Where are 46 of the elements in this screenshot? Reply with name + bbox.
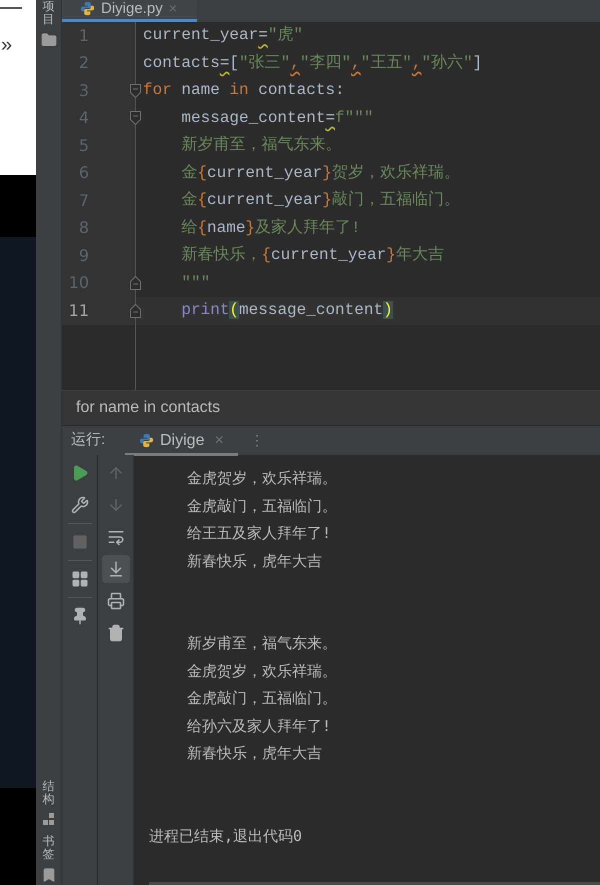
structure-icon (42, 812, 54, 825)
printer-icon (106, 592, 124, 610)
stop-icon (72, 534, 88, 550)
side-tab-label[interactable]: 项目 (42, 0, 54, 26)
console-line: 金虎敲门，五福临门。 (186, 496, 338, 516)
code-line: """ (180, 272, 210, 294)
code-line: 新岁甫至，福气东来。 (180, 134, 342, 156)
console-line: 金虎贺岁，欢乐祥瑞。 (186, 468, 338, 489)
code-line: 金{current_year}敲门，五福临门。 (180, 190, 460, 212)
console-line: 新春快乐，虎年大吉 (186, 550, 323, 572)
fold-marker-icon[interactable] (130, 84, 141, 98)
more-options[interactable]: ⋮ (250, 430, 264, 451)
side-tab-label[interactable]: 结构 (42, 780, 54, 807)
double-chevron[interactable]: » (0, 35, 36, 55)
bookmark-icon (40, 867, 56, 883)
python-icon (139, 433, 154, 448)
wrench-icon (70, 496, 88, 514)
code-line: message_content=f""" (180, 108, 374, 129)
console-line: 新春快乐，虎年大吉 (186, 743, 323, 764)
trash-icon (106, 624, 124, 642)
console-line: 给孙六及家人拜年了! (186, 716, 332, 736)
python-icon (80, 1, 95, 16)
console-line: 新岁甫至，福气东来。 (186, 633, 338, 654)
code-line: 给{name}及家人拜年了! (180, 218, 361, 239)
layout-icon (70, 570, 88, 588)
code-line: for name in contacts: (143, 80, 345, 102)
console-line: 金虎敲门，五福临门。 (186, 688, 338, 709)
fold-marker-icon[interactable] (130, 276, 141, 290)
run-label: 运行: (71, 430, 106, 450)
code-line: contacts=["张三","李四","王五","孙六"] (143, 52, 482, 74)
fold-marker-icon[interactable] (130, 111, 141, 126)
code-line: print(message_content) (180, 300, 393, 322)
code-line: current_year="虎" (143, 24, 304, 46)
line-number: 11 (68, 300, 89, 322)
editor-tab[interactable]: Diyige.py × (62, 0, 197, 22)
side-tab-label[interactable]: 书签 (42, 834, 54, 861)
process-exit-message: 进程已结束,退出代码0 (149, 826, 304, 846)
breadcrumb[interactable]: for name in contacts (76, 396, 220, 420)
scroll-end-button[interactable] (102, 555, 130, 583)
console-line: 给王五及家人拜年了! (186, 523, 332, 544)
console-line: 金虎贺岁，欢乐祥瑞。 (186, 660, 338, 682)
folder-icon (40, 32, 56, 48)
run-tab[interactable]: Diyige × (125, 426, 238, 456)
code-line: 新春快乐，{current_year}年大吉 (180, 244, 444, 266)
wrap-icon (106, 528, 124, 546)
code-line: 金{current_year}贺岁，欢乐祥瑞。 (180, 162, 460, 184)
